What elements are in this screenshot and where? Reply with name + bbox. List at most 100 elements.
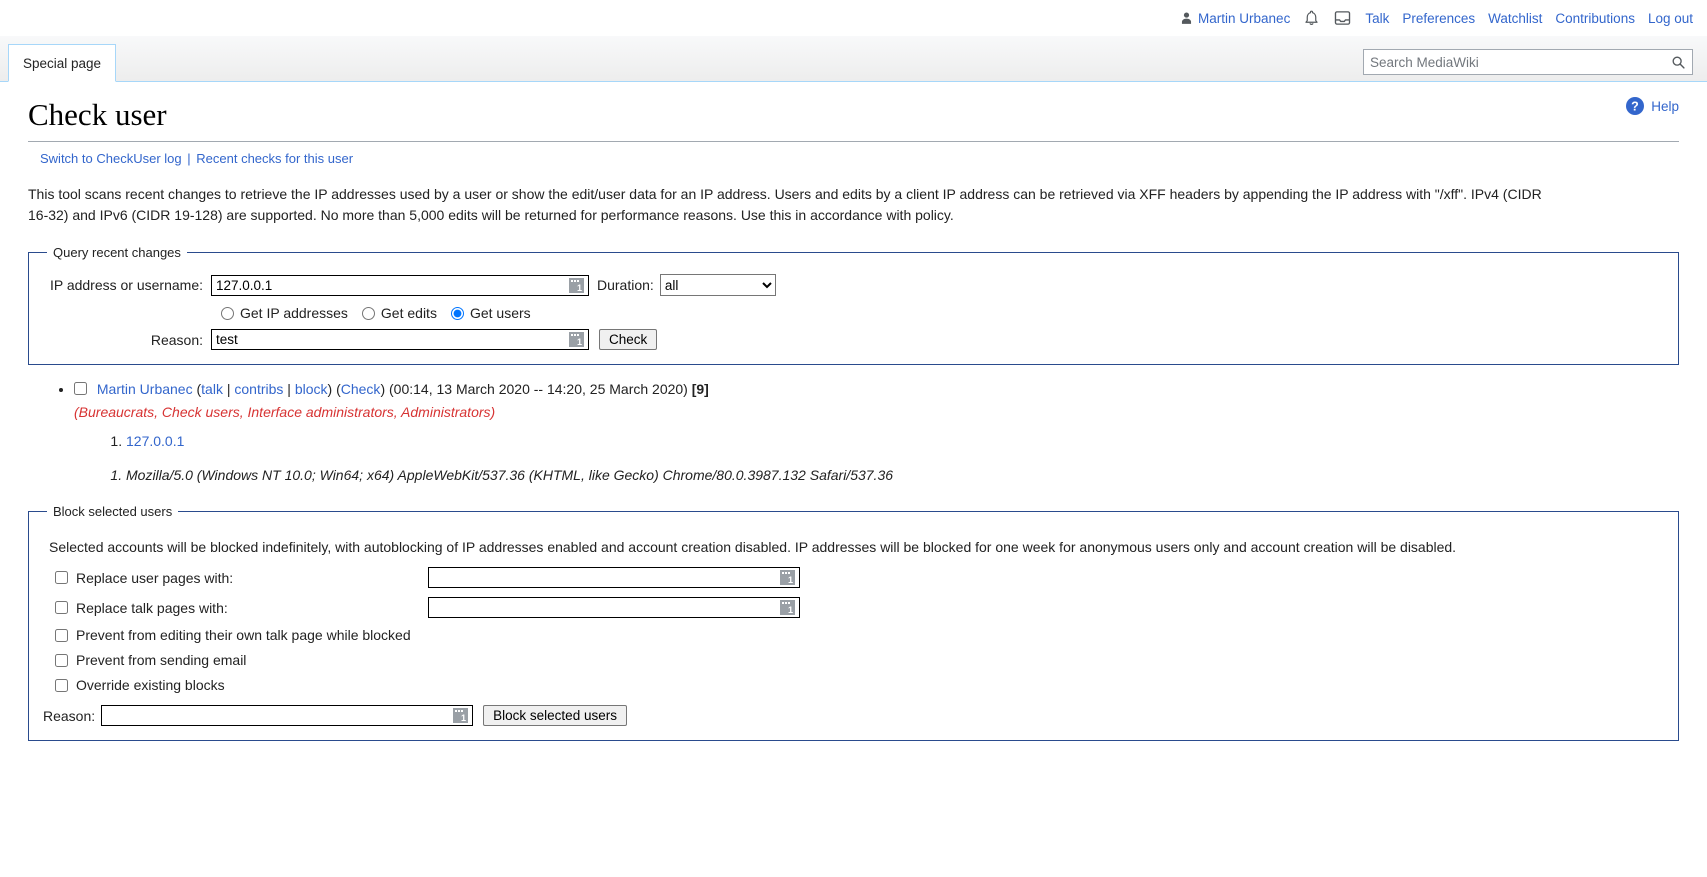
personal-link-preferences[interactable]: Preferences bbox=[1402, 11, 1475, 26]
page-title: Check user bbox=[28, 96, 1679, 142]
check-button[interactable]: Check bbox=[599, 329, 658, 351]
target-input[interactable] bbox=[212, 275, 568, 295]
search-button[interactable] bbox=[1664, 50, 1692, 74]
block-reason-row: Reason: 1 Block selected users bbox=[43, 705, 1664, 727]
result-date-range: (00:14, 13 March 2020 -- 14:20, 25 March… bbox=[389, 381, 688, 398]
tray-icon bbox=[1333, 9, 1352, 27]
block-user-pages-input[interactable] bbox=[429, 568, 779, 588]
result-check-link[interactable]: Check bbox=[341, 381, 381, 397]
personal-link-contributions[interactable]: Contributions bbox=[1555, 11, 1635, 26]
block-option-override-blocks-label: Override existing blocks bbox=[76, 677, 225, 694]
personal-link-logout[interactable]: Log out bbox=[1648, 11, 1693, 26]
radio-get-edits-input[interactable] bbox=[361, 306, 375, 320]
radio-get-edits[interactable]: Get edits bbox=[361, 305, 437, 322]
main-content: ? Help Check user Switch to CheckUser lo… bbox=[0, 82, 1707, 742]
block-talk-pages-input[interactable] bbox=[429, 598, 779, 618]
result-pipe-2: | bbox=[287, 381, 291, 398]
block-option-override-blocks[interactable]: Override existing blocks bbox=[43, 677, 1664, 693]
block-option-prevent-email-checkbox[interactable] bbox=[55, 653, 68, 667]
help-icon: ? bbox=[1625, 96, 1645, 116]
target-row: IP address or username: 1 Duration: all bbox=[43, 274, 1664, 297]
svg-text:?: ? bbox=[1631, 100, 1639, 114]
query-reason-label: Reason: bbox=[150, 331, 203, 348]
radio-get-users-label: Get users bbox=[469, 305, 531, 322]
result-close-paren: ) bbox=[327, 381, 333, 398]
help-link[interactable]: ? Help bbox=[1625, 96, 1679, 116]
radio-get-ip-addresses[interactable]: Get IP addresses bbox=[221, 305, 348, 321]
block-option-replace-talk-pages-checkbox[interactable] bbox=[55, 601, 68, 615]
block-option-prevent-talk-edit[interactable]: Prevent from editing their own talk page… bbox=[43, 627, 1664, 643]
alerts-button[interactable] bbox=[1303, 9, 1320, 27]
result-ip-link[interactable]: 127.0.0.1 bbox=[126, 433, 184, 449]
radio-get-users-input[interactable] bbox=[450, 306, 464, 320]
subtitle-links: Switch to CheckUser log | Recent checks … bbox=[40, 151, 1679, 166]
results-section: Martin Urbanec (talk | contribs | block)… bbox=[28, 379, 1679, 486]
radio-get-ip-addresses-input[interactable] bbox=[221, 306, 234, 320]
help-label: Help bbox=[1651, 98, 1679, 114]
personal-username[interactable]: Martin Urbanec bbox=[1198, 11, 1290, 26]
query-recent-changes-fieldset: Query recent changes IP address or usern… bbox=[28, 245, 1679, 366]
svg-text:1: 1 bbox=[788, 605, 793, 615]
subtitle-link-recent-checks[interactable]: Recent checks for this user bbox=[196, 151, 353, 166]
block-option-replace-user-pages[interactable]: Replace user pages with: 1 bbox=[43, 567, 1664, 589]
mode-radio-group: Get IP addresses Get edits Get users bbox=[43, 305, 1664, 321]
block-reason-input[interactable] bbox=[102, 706, 453, 726]
input-indicator-icon: 1 bbox=[568, 331, 585, 348]
duration-label: Duration: bbox=[597, 277, 654, 294]
block-reason-input-wrap[interactable]: 1 bbox=[101, 705, 474, 727]
result-pipe-1: | bbox=[226, 381, 231, 398]
svg-text:1: 1 bbox=[577, 283, 582, 293]
tab-special-page[interactable]: Special page bbox=[8, 44, 117, 82]
reason-row: Reason: 1 Check bbox=[43, 329, 1664, 351]
personal-link-watchlist[interactable]: Watchlist bbox=[1488, 11, 1542, 26]
block-talk-pages-input-wrap[interactable]: 1 bbox=[428, 597, 800, 619]
result-useragent-list: Mozilla/5.0 (Windows NT 10.0; Win64; x64… bbox=[74, 465, 1679, 486]
block-option-replace-talk-pages[interactable]: Replace talk pages with: 1 bbox=[43, 597, 1664, 619]
result-user-link[interactable]: Martin Urbanec bbox=[97, 381, 193, 397]
block-legend: Block selected users bbox=[53, 504, 173, 520]
subtitle-link-checkuser-log[interactable]: Switch to CheckUser log bbox=[40, 151, 182, 166]
result-close-paren-2: ) bbox=[380, 381, 386, 398]
user-icon bbox=[1180, 11, 1193, 25]
personal-user[interactable]: Martin Urbanec bbox=[1180, 11, 1290, 26]
input-indicator-icon: 1 bbox=[452, 707, 469, 724]
list-item: Mozilla/5.0 (Windows NT 10.0; Win64; x64… bbox=[126, 465, 1679, 486]
search-box[interactable] bbox=[1363, 49, 1693, 75]
radio-get-ip-addresses-label: Get IP addresses bbox=[240, 305, 348, 322]
result-user-groups: (Bureaucrats, Check users, Interface adm… bbox=[74, 404, 496, 421]
block-option-prevent-talk-edit-checkbox[interactable] bbox=[55, 628, 68, 642]
notices-button[interactable] bbox=[1333, 9, 1352, 27]
result-select-checkbox[interactable] bbox=[74, 382, 87, 396]
subtitle-separator: | bbox=[187, 150, 191, 166]
bell-icon bbox=[1303, 9, 1320, 27]
block-option-prevent-email[interactable]: Prevent from sending email bbox=[43, 652, 1664, 668]
block-selected-users-fieldset: Block selected users Selected accounts w… bbox=[28, 504, 1679, 742]
block-submit-button[interactable]: Block selected users bbox=[483, 705, 627, 727]
result-contribs-link[interactable]: contribs bbox=[234, 381, 283, 397]
personal-link-talk[interactable]: Talk bbox=[1365, 11, 1389, 26]
block-option-prevent-email-label: Prevent from sending email bbox=[76, 652, 247, 669]
search-input[interactable] bbox=[1364, 54, 1664, 70]
tabs-row: Special page bbox=[0, 36, 1707, 82]
duration-select[interactable]: all bbox=[659, 274, 776, 297]
block-user-pages-input-wrap[interactable]: 1 bbox=[428, 567, 800, 589]
radio-get-users[interactable]: Get users bbox=[450, 305, 531, 322]
svg-text:1: 1 bbox=[461, 713, 466, 723]
query-reason-input[interactable] bbox=[212, 330, 568, 350]
search-icon bbox=[1671, 55, 1686, 70]
block-description: Selected accounts will be blocked indefi… bbox=[49, 539, 1457, 556]
result-ip-list: 127.0.0.1 bbox=[74, 433, 1679, 449]
input-indicator-icon: 1 bbox=[779, 569, 796, 586]
query-reason-input-wrap[interactable]: 1 bbox=[211, 329, 589, 351]
block-reason-label: Reason: bbox=[43, 707, 96, 724]
block-option-replace-user-pages-checkbox[interactable] bbox=[55, 571, 68, 585]
target-label: IP address or username: bbox=[49, 277, 203, 294]
result-block-link[interactable]: block bbox=[295, 381, 328, 397]
result-talk-link[interactable]: talk bbox=[201, 381, 223, 397]
target-input-wrap[interactable]: 1 bbox=[211, 274, 589, 296]
radio-get-edits-label: Get edits bbox=[380, 305, 437, 322]
block-option-override-blocks-checkbox[interactable] bbox=[55, 678, 68, 692]
query-legend: Query recent changes bbox=[53, 245, 181, 261]
result-edit-count: [9] bbox=[691, 381, 709, 398]
personal-bar: Martin Urbanec Talk Preferences Watchlis… bbox=[0, 0, 1707, 36]
